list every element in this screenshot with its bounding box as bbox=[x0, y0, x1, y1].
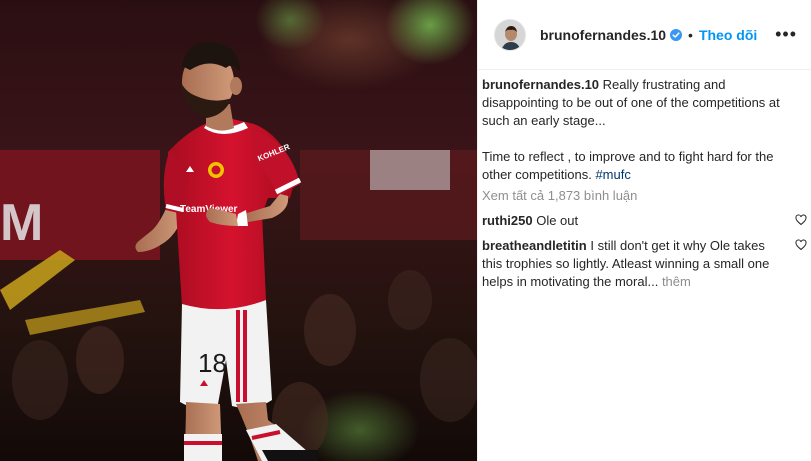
post-caption: brunofernandes.10 Really frustrating and… bbox=[482, 76, 795, 184]
player-photo: M KOHLER 18 bbox=[0, 0, 477, 461]
like-heart-icon[interactable] bbox=[795, 214, 807, 226]
follow-button[interactable]: Theo dõi bbox=[699, 27, 757, 43]
caption-username[interactable]: brunofernandes.10 bbox=[482, 77, 599, 92]
comment-item: breatheandletitin I still don't get it w… bbox=[482, 237, 807, 291]
comment-more-link[interactable]: thêm bbox=[662, 274, 691, 289]
separator-dot: • bbox=[688, 26, 693, 43]
view-all-comments-link[interactable]: Xem tất cả 1,873 bình luận bbox=[482, 187, 795, 205]
avatar[interactable] bbox=[494, 18, 526, 51]
comment-text: Ole out bbox=[536, 213, 579, 228]
comment-username[interactable]: breatheandletitin bbox=[482, 238, 587, 253]
like-heart-icon[interactable] bbox=[795, 239, 807, 251]
verified-badge-icon bbox=[670, 28, 683, 41]
ad-board-text: M bbox=[0, 194, 43, 252]
author-username[interactable]: brunofernandes.10 bbox=[540, 27, 666, 43]
post-header: brunofernandes.10 • Theo dõi ••• bbox=[478, 0, 811, 70]
comment-item: ruthi250 Ole out bbox=[482, 212, 807, 230]
shirt-number: 18 bbox=[198, 348, 227, 378]
post-side-panel: brunofernandes.10 • Theo dõi ••• brunofe… bbox=[477, 0, 811, 461]
instagram-post: M KOHLER 18 brunofernandes.10 • Theo dõi… bbox=[0, 0, 811, 461]
post-comments-area: brunofernandes.10 Really frustrating and… bbox=[478, 70, 811, 291]
post-photo[interactable]: M KOHLER 18 bbox=[0, 0, 477, 461]
avatar-icon bbox=[495, 19, 525, 50]
more-options-icon[interactable]: ••• bbox=[775, 24, 797, 45]
comment-username[interactable]: ruthi250 bbox=[482, 213, 533, 228]
caption-hashtag[interactable]: #mufc bbox=[595, 167, 630, 182]
